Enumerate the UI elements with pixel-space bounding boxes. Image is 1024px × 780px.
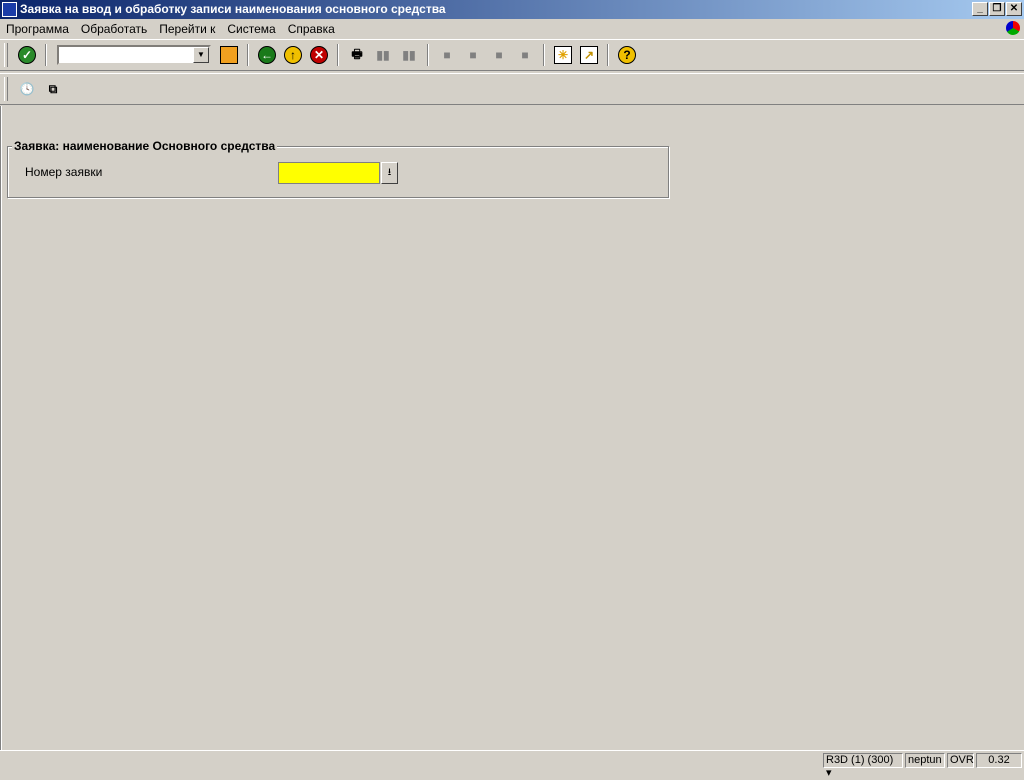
application-toolbar: 🕓 ⧉ [0, 73, 1024, 105]
restore-button[interactable]: ❐ [989, 2, 1005, 16]
command-field[interactable]: ▼ [57, 45, 211, 65]
value-help-button[interactable]: ⭳ [381, 162, 398, 184]
title-bar: Заявка на ввод и обработку записи наимен… [0, 0, 1024, 19]
menu-program[interactable]: Программа [6, 22, 69, 36]
app-icon [2, 2, 17, 17]
separator [247, 44, 249, 66]
next-page-icon: ■ [495, 48, 503, 62]
menu-edit[interactable]: Обработать [81, 22, 147, 36]
copy-icon[interactable]: ⧉ [44, 80, 62, 98]
first-page-icon: ■ [443, 48, 451, 62]
menu-goto[interactable]: Перейти к [159, 22, 215, 36]
sap-logo-icon [1006, 21, 1020, 35]
shortcut-icon[interactable]: ↗ [580, 46, 598, 64]
status-bar: R3D (1) (300) ▾ neptun OVR 0.32 [0, 750, 1024, 779]
find-next-icon: ▮▮ [402, 48, 416, 62]
help-icon[interactable]: ? [618, 46, 636, 64]
back-icon[interactable]: ← [258, 46, 276, 64]
find-icon: ▮▮ [376, 48, 390, 62]
separator [337, 44, 339, 66]
new-session-icon[interactable]: ✳ [554, 46, 572, 64]
separator [543, 44, 545, 66]
previous-page-icon: ■ [469, 48, 477, 62]
request-number-input[interactable] [278, 162, 380, 184]
print-icon[interactable]: 🖶 [348, 46, 366, 64]
system-info[interactable]: R3D (1) (300) ▾ [823, 753, 903, 779]
response-time: 0.32 [976, 753, 1022, 768]
system-value: R3D (1) (300) [826, 754, 894, 766]
menu-bar: Программа Обработать Перейти к Система С… [0, 19, 1024, 38]
save-icon[interactable] [220, 46, 238, 64]
window-title: Заявка на ввод и обработку записи наимен… [20, 2, 446, 16]
request-number-label: Номер заявки [25, 165, 103, 179]
minimize-button[interactable]: _ [972, 2, 988, 16]
toolbar-grip [4, 77, 8, 101]
toolbar-grip [4, 43, 8, 67]
command-dropdown[interactable]: ▼ [193, 47, 209, 63]
separator [427, 44, 429, 66]
left-border [0, 106, 2, 750]
last-page-icon: ■ [521, 48, 529, 62]
menu-help[interactable]: Справка [288, 22, 335, 36]
cancel-icon[interactable]: ✕ [310, 46, 328, 64]
close-button[interactable]: ✕ [1006, 2, 1022, 16]
standard-toolbar: ✓ ▼ ← ↑ ✕ 🖶 ▮▮ ▮▮ ■ ■ ■ ■ ✳ ↗ ? [0, 39, 1024, 71]
request-group-box: Заявка: наименование Основного средства … [7, 139, 669, 198]
server-info: neptun [905, 753, 945, 768]
separator [45, 44, 47, 66]
exit-icon[interactable]: ↑ [284, 46, 302, 64]
enter-icon[interactable]: ✓ [18, 46, 36, 64]
separator [607, 44, 609, 66]
execute-clock-icon[interactable]: 🕓 [18, 80, 36, 98]
group-title: Заявка: наименование Основного средства [12, 139, 278, 153]
menu-system[interactable]: Система [227, 22, 275, 36]
insert-mode: OVR [947, 753, 974, 768]
